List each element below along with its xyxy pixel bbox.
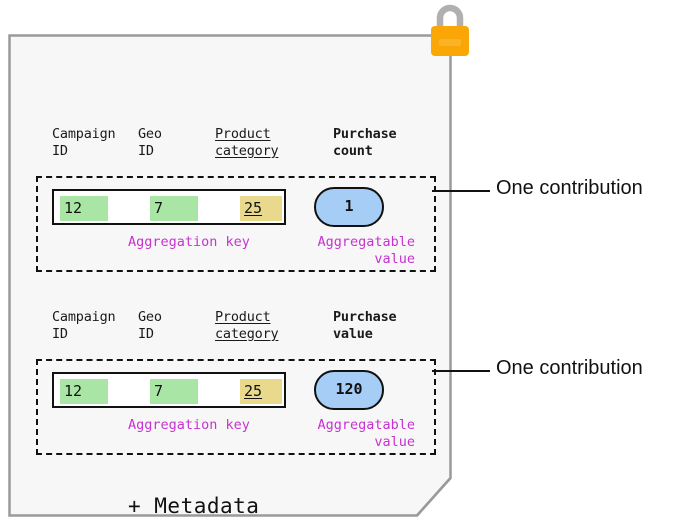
header-geo-id: Geo ID <box>138 309 162 342</box>
header-geo-id: Geo ID <box>138 126 162 159</box>
key-cell-product-category: 25 <box>240 196 282 221</box>
leader-line-1 <box>432 190 490 192</box>
annotation-aggregatable-value-2: Aggregatable value <box>317 417 415 450</box>
contribution-outline-1: 12 7 25 1 Aggregation key Aggregatable v… <box>36 176 436 272</box>
callout-one-contribution-2: One contribution <box>496 357 643 379</box>
key-cell-geo-id: 7 <box>150 196 198 221</box>
encrypted-report-card: Campaign ID Geo ID Product category Purc… <box>8 34 452 518</box>
leader-line-2 <box>432 370 490 372</box>
contribution-block-2: Campaign ID Geo ID Product category Purc… <box>36 309 440 455</box>
annotation-aggregation-key-1: Aggregation key <box>128 234 250 250</box>
header-purchase-count: Purchase count <box>333 126 397 159</box>
annotation-aggregatable-value-1: Aggregatable value <box>317 234 415 267</box>
aggregatable-value-pill-2: 120 <box>314 370 384 410</box>
header-product-category: Product category <box>215 126 279 159</box>
column-headers-1: Campaign ID Geo ID Product category Purc… <box>52 126 440 176</box>
aggregation-key-box-1: 12 7 25 <box>52 189 286 225</box>
key-cell-campaign-id: 12 <box>60 196 108 221</box>
contribution-outline-2: 12 7 25 120 Aggregation key Aggregatable… <box>36 359 436 455</box>
contribution-block-1: Campaign ID Geo ID Product category Purc… <box>36 126 440 272</box>
lock-icon-glyph <box>431 4 469 56</box>
header-campaign-id: Campaign ID <box>52 126 116 159</box>
header-product-category: Product category <box>215 309 279 342</box>
lock-icon <box>424 1 476 63</box>
column-headers-2: Campaign ID Geo ID Product category Purc… <box>52 309 440 359</box>
diagram-canvas: Campaign ID Geo ID Product category Purc… <box>0 0 700 524</box>
key-cell-geo-id: 7 <box>150 379 198 404</box>
header-purchase-value: Purchase value <box>333 309 397 342</box>
annotation-aggregation-key-2: Aggregation key <box>128 417 250 433</box>
key-cell-campaign-id: 12 <box>60 379 108 404</box>
key-cell-product-category: 25 <box>240 379 282 404</box>
header-campaign-id: Campaign ID <box>52 309 116 342</box>
aggregatable-value-pill-1: 1 <box>314 187 384 227</box>
callout-one-contribution-1: One contribution <box>496 177 643 199</box>
aggregation-key-box-2: 12 7 25 <box>52 372 286 408</box>
metadata-label: + Metadata <box>128 494 260 518</box>
